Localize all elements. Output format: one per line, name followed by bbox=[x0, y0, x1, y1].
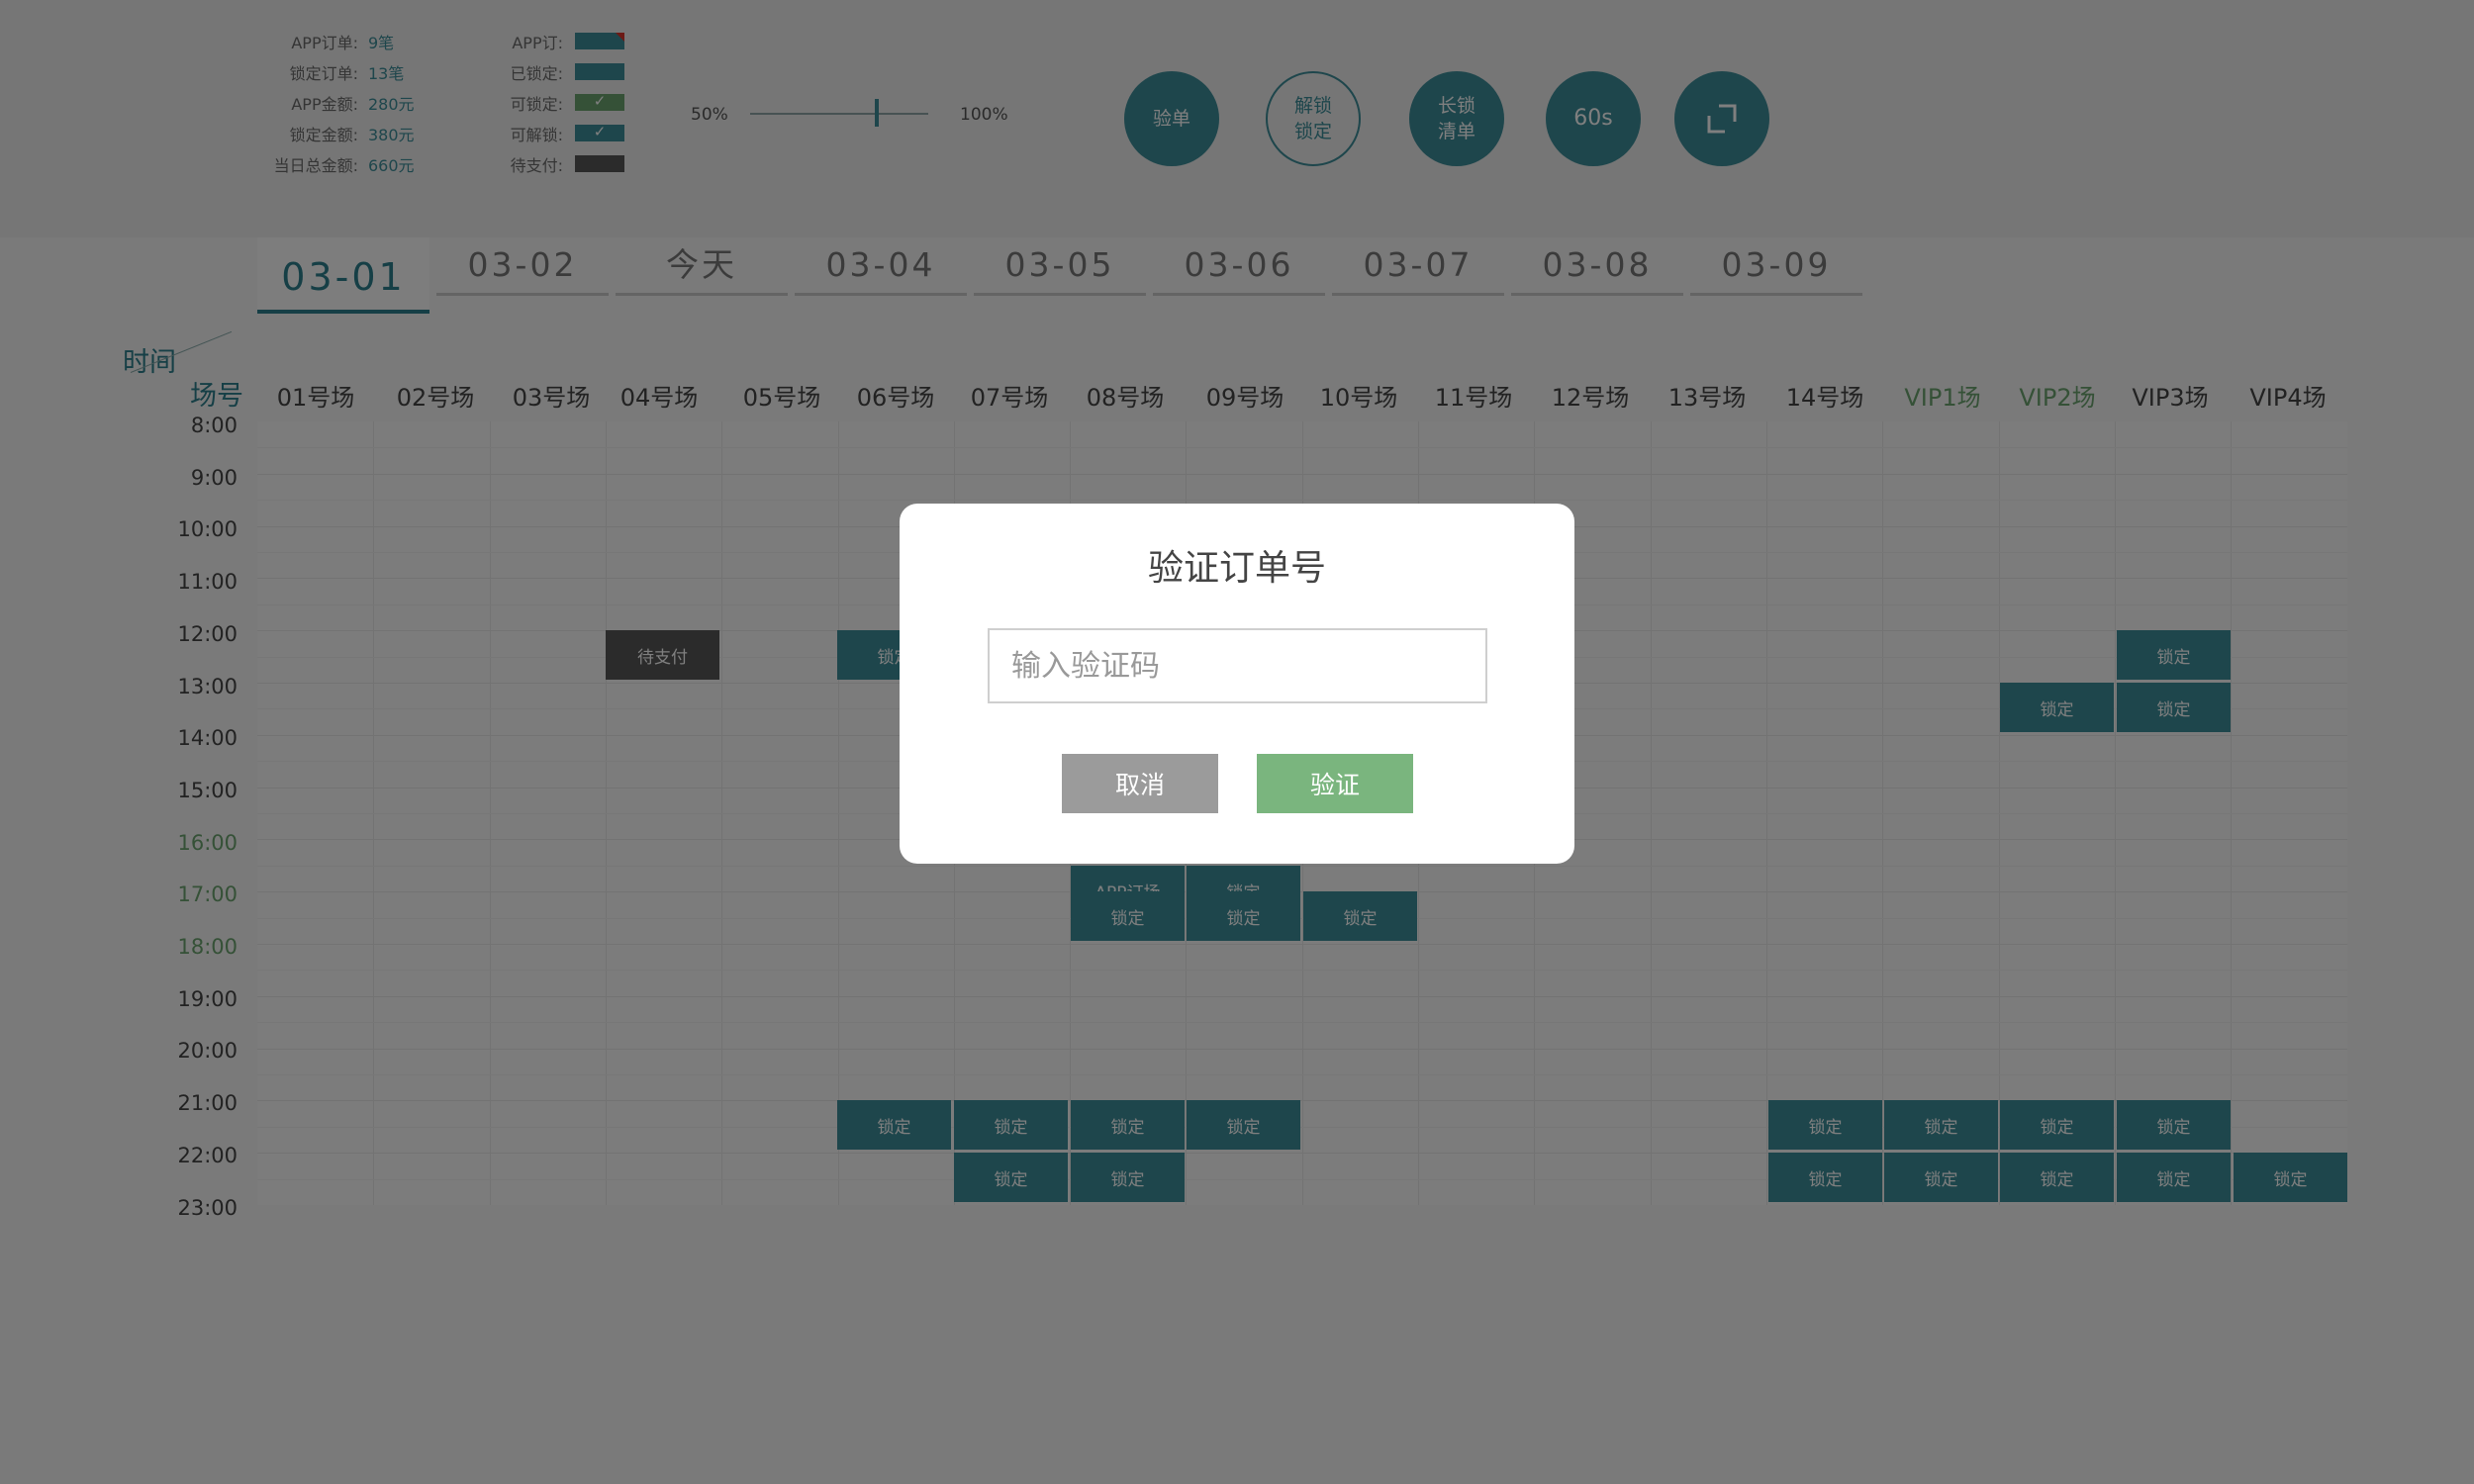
dialog-title: 验证订单号 bbox=[1147, 548, 1326, 589]
cancel-button[interactable]: 取消 bbox=[1062, 754, 1218, 813]
verify-order-dialog: 验证订单号 取消 验证 bbox=[900, 504, 1574, 864]
verification-code-input[interactable] bbox=[988, 628, 1487, 703]
verify-button[interactable]: 验证 bbox=[1257, 754, 1413, 813]
